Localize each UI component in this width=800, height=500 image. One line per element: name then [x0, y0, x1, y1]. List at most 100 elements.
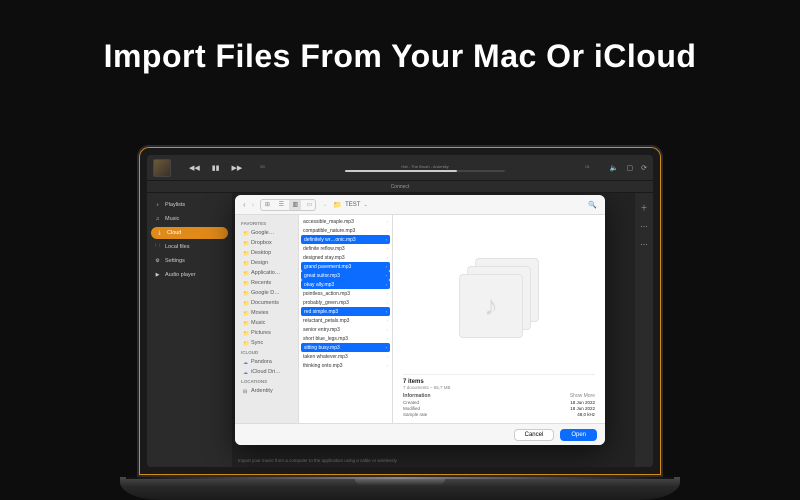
info-section-label: Information — [403, 393, 431, 399]
file-item[interactable]: short blue_legs.mp3› — [299, 334, 392, 343]
file-item[interactable]: thinking onto.mp3› — [299, 361, 392, 370]
location-item[interactable]: Pictures — [235, 328, 298, 338]
album-art-thumb — [153, 159, 171, 177]
rail-add-icon[interactable]: ＋ — [641, 203, 648, 213]
sidebar-section-header: Favorites — [235, 219, 298, 228]
time-elapsed: 00 — [260, 164, 264, 169]
location-dropdown[interactable]: TEST ⌄ — [333, 201, 367, 209]
file-item[interactable]: senior entry.mp3› — [299, 325, 392, 334]
file-item[interactable]: compatible_nature.mp3› — [299, 226, 392, 235]
location-item[interactable]: iCloud Dri… — [235, 367, 298, 377]
file-item[interactable]: reluctant_petals.mp3› — [299, 316, 392, 325]
location-item[interactable]: Ardentity — [235, 386, 298, 396]
sidebar-item-label: Audio player — [165, 272, 196, 278]
location-item[interactable]: Movies — [235, 308, 298, 318]
open-button[interactable]: Open — [560, 429, 597, 441]
file-open-dialog: ‹ › ⊞ ☰ ▥ ▭ ⌄ TEST ⌄ — [235, 195, 605, 445]
arrange-menu-icon[interactable]: ⌄ — [322, 201, 327, 208]
laptop-base — [120, 477, 680, 500]
music-note-icon: ♪ — [484, 290, 498, 322]
rail-more-icon[interactable]: ⋯ — [641, 223, 648, 231]
back-button[interactable]: ‹ — [243, 200, 246, 209]
file-item[interactable]: grand pavement.mp3› — [301, 262, 390, 271]
sidebar-item-label: Music — [165, 216, 179, 222]
file-item[interactable]: sitting busy.mp3› — [301, 343, 390, 352]
app-screen: ◀◀ ▮▮ ▶▶ 00 Hat - The Brush - Ardentity … — [147, 155, 653, 467]
dialog-sidebar: FavoritesGoogle…DropboxDesktopDesignAppl… — [235, 215, 299, 423]
sidebar-icon: ♫ — [155, 217, 160, 222]
time-total: 01 — [585, 164, 589, 169]
forward-button[interactable]: › — [252, 200, 255, 209]
pause-button[interactable]: ▮▮ — [212, 164, 220, 172]
view-icon-columns[interactable]: ▥ — [289, 200, 301, 210]
sidebar-icon: ▶ — [155, 273, 160, 278]
sidebar-item-music[interactable]: ♫ Music — [147, 213, 232, 225]
location-item[interactable]: Music — [235, 318, 298, 328]
view-icon-gallery[interactable]: ▭ — [303, 200, 315, 210]
view-mode-toggle[interactable]: ⊞ ☰ ▥ ▭ — [260, 199, 316, 211]
app-sidebar: ♪Playlists ♫ Music ⤓ Cloud 🗀 Local files ⚙ Setti… — [147, 193, 232, 467]
sidebar-item-audio-player[interactable]: ▶ Audio player — [147, 269, 232, 281]
repeat-icon[interactable]: ⟳ — [641, 164, 647, 172]
sidebar-icon: ♪ — [155, 203, 160, 208]
sidebar-icon: ⚙ — [155, 259, 160, 264]
sidebar-item-playlists[interactable]: ♪Playlists — [147, 199, 232, 211]
cancel-button[interactable]: Cancel — [514, 429, 555, 441]
search-icon[interactable]: 🔍 — [588, 201, 597, 209]
location-item[interactable]: Google… — [235, 228, 298, 238]
sidebar-item-label: Local files — [165, 244, 189, 250]
file-item[interactable]: okay ally.mp3› — [301, 280, 390, 289]
file-item[interactable]: great suitor.mp3› — [301, 271, 390, 280]
chevron-down-icon: ⌄ — [363, 202, 367, 208]
file-item[interactable]: accessible_maple.mp3› — [299, 217, 392, 226]
location-item[interactable]: Applicatio… — [235, 268, 298, 278]
sidebar-item-cloud[interactable]: ⤓ Cloud — [151, 227, 228, 239]
file-item[interactable]: definitely wr…onic.mp3› — [301, 235, 390, 244]
rail-more-icon-2[interactable]: ⋯ — [641, 241, 648, 249]
progress-bar[interactable] — [345, 170, 505, 172]
main-area: ‹ › ⊞ ☰ ▥ ▭ ⌄ TEST ⌄ — [232, 193, 635, 467]
view-icon-grid[interactable]: ⊞ — [261, 200, 273, 210]
connect-bar[interactable]: Connect — [147, 181, 653, 193]
location-item[interactable]: Desktop — [235, 248, 298, 258]
player-topbar: ◀◀ ▮▮ ▶▶ 00 Hat - The Brush - Ardentity … — [147, 155, 653, 181]
dialog-footer: Cancel Open — [235, 423, 605, 445]
airplay-icon[interactable]: ▢ — [627, 164, 634, 172]
preview-column: ♪ 7 items 7 documents – 65,7 MB Informat… — [393, 215, 605, 423]
file-item[interactable]: pointless_action.mp3› — [299, 289, 392, 298]
location-item[interactable]: Documents — [235, 298, 298, 308]
file-list-column: accessible_maple.mp3›compatible_nature.m… — [299, 215, 393, 423]
location-item[interactable]: Dropbox — [235, 238, 298, 248]
preview-thumbnail: ♪ — [403, 221, 595, 374]
dialog-toolbar: ‹ › ⊞ ☰ ▥ ▭ ⌄ TEST ⌄ — [235, 195, 605, 215]
info-row: Sample rate48,0 kHz — [403, 411, 595, 417]
location-item[interactable]: Sync — [235, 338, 298, 348]
sidebar-item-settings[interactable]: ⚙ Settings — [147, 255, 232, 267]
next-button[interactable]: ▶▶ — [232, 164, 243, 172]
volume-icon[interactable]: 🔈 — [610, 164, 619, 172]
sidebar-item-local-files[interactable]: 🗀 Local files — [147, 241, 232, 253]
now-playing-info: 00 Hat - The Brush - Ardentity 01 — [260, 164, 590, 172]
file-item[interactable]: red simple.mp3› — [301, 307, 390, 316]
prev-button[interactable]: ◀◀ — [189, 164, 200, 172]
sidebar-item-label: Cloud — [167, 230, 181, 236]
view-icon-list[interactable]: ☰ — [275, 200, 287, 210]
sidebar-icon: 🗀 — [155, 245, 160, 250]
page-headline: Import Files From Your Mac Or iCloud — [0, 0, 800, 75]
file-item[interactable]: designed stay.mp3› — [299, 253, 392, 262]
sidebar-icon: ⤓ — [157, 231, 162, 236]
location-item[interactable]: Design — [235, 258, 298, 268]
selection-subtitle: 7 documents – 65,7 MB — [403, 385, 595, 390]
file-info-panel: 7 items 7 documents – 65,7 MB Informatio… — [403, 374, 595, 417]
location-item[interactable]: Google D… — [235, 288, 298, 298]
location-item[interactable]: Pandora — [235, 357, 298, 367]
sidebar-item-label: Settings — [165, 258, 185, 264]
track-title: Hat - The Brush - Ardentity — [401, 164, 448, 169]
show-more-link[interactable]: Show More — [570, 393, 595, 399]
sidebar-section-header: Locations — [235, 377, 298, 386]
sidebar-section-header: iCloud — [235, 348, 298, 357]
file-item[interactable]: taken whatever.mp3› — [299, 352, 392, 361]
file-item[interactable]: probably_green.mp3› — [299, 298, 392, 307]
file-item[interactable]: definite reflow.mp3› — [299, 244, 392, 253]
location-item[interactable]: Recents — [235, 278, 298, 288]
